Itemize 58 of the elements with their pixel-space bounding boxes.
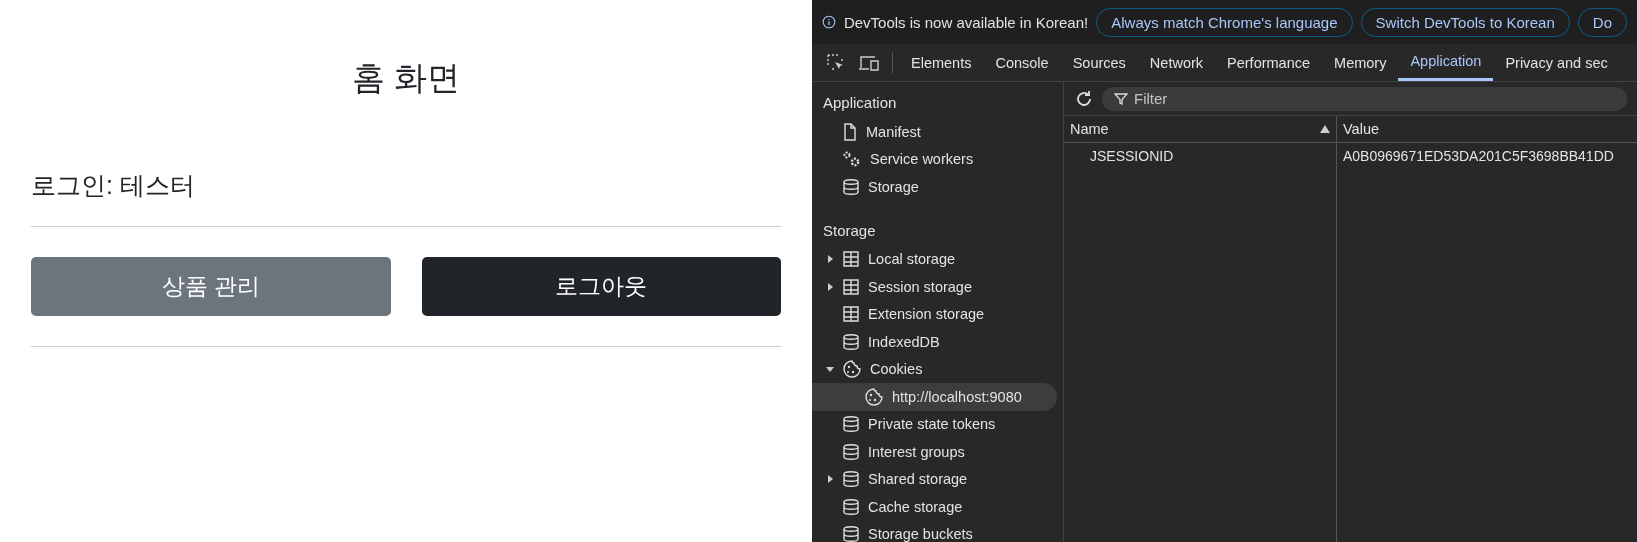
cookie-icon [842,359,862,380]
table-icon [842,250,860,269]
cookie-icon [864,386,884,407]
database-icon [842,332,860,351]
table-cell-text: JSESSIONID [1089,147,1175,166]
panel-tab[interactable]: Sources [1060,44,1138,81]
sidebar-item[interactable]: Private state tokens [812,410,1057,438]
sidebar-item[interactable]: http://localhost:9080 [812,383,1057,411]
column-header[interactable]: Name [1064,116,1336,143]
sidebar-item[interactable]: Cache storage [812,493,1057,521]
collapse-arrow-icon[interactable] [826,282,834,291]
collapse-arrow-icon[interactable] [826,255,834,264]
panel-tab[interactable]: Application [1398,44,1494,81]
collapse-arrow-icon[interactable] [826,475,834,484]
filter-field[interactable]: Filter [1102,86,1627,111]
sidebar-item[interactable]: Manifest [812,118,1057,146]
table-icon [842,305,860,324]
table-icon [842,277,860,296]
sidebar-item[interactable]: Cookies [812,355,1057,383]
login-status: 로그인: 테스터 [31,170,196,201]
panel-tab[interactable]: Privacy and sec [1493,44,1620,81]
sidebar-item[interactable]: IndexedDB [812,328,1057,356]
sidebar-heading: Application [822,93,898,113]
database-icon [842,525,860,542]
sidebar-item[interactable]: Extension storage [812,300,1057,328]
database-icon [842,177,860,196]
table-cell: A0B0969671ED53DA201C5F3698BB41DD [1336,143,1637,169]
column-header[interactable]: Value [1336,116,1637,143]
info-message: DevTools is now available in Korean! [843,13,1089,31]
logout-button[interactable]: 로그아웃 [421,257,781,316]
manage-button[interactable]: 상품 관리 [31,257,391,316]
expand-arrow-icon[interactable] [826,365,834,374]
panel-tab[interactable]: Elements [899,44,984,81]
inspect-icon[interactable] [826,52,846,73]
info-icon [822,13,836,31]
sidebar-item[interactable]: Service workers [812,145,1057,173]
sidebar-item[interactable]: Session storage [812,273,1057,301]
page-title: 홈 화면 [350,58,462,98]
database-icon [842,415,860,434]
file-icon [842,122,858,141]
sidebar-item[interactable]: Shared storage [812,465,1057,493]
panel-tab[interactable]: Memory [1322,44,1399,81]
sidebar-item[interactable]: Local storage [812,245,1057,273]
sidebar-item[interactable]: Interest groups [812,438,1057,466]
sort-ascending-icon [1320,125,1330,133]
sidebar-item[interactable]: Storage [812,173,1057,201]
database-icon [842,442,860,461]
panel-tab[interactable]: Performance [1215,44,1323,81]
sidebar-item[interactable]: Storage buckets [812,520,1057,542]
panel-tab[interactable]: Network [1137,44,1216,81]
panel-tab[interactable]: Console [983,44,1061,81]
device-toolbar-icon[interactable] [858,53,880,72]
sidebar-heading: Storage [822,220,877,241]
database-icon [842,470,860,489]
database-icon [842,497,860,516]
refresh-icon[interactable] [1074,88,1094,109]
filter-icon [1114,91,1128,106]
gears-icon [842,150,862,169]
